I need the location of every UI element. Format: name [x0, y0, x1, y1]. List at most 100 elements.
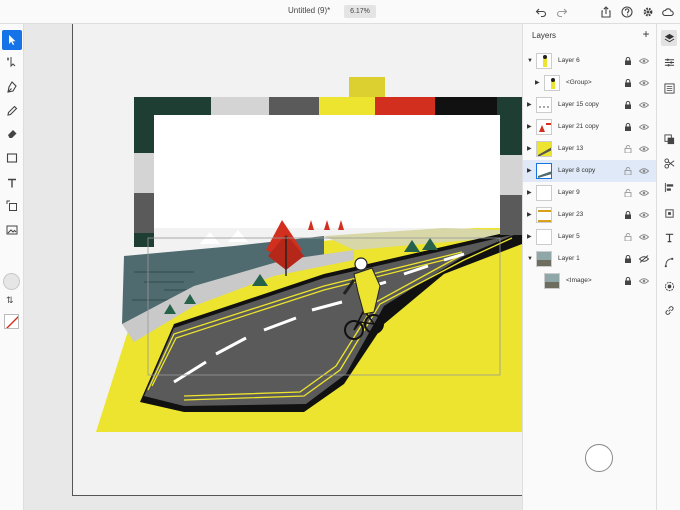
eye-icon[interactable]: [639, 189, 649, 197]
pencil-tool-icon[interactable]: [2, 101, 22, 121]
collapsed-caret-icon[interactable]: ▶: [527, 101, 533, 109]
layer-row-selected[interactable]: ▶ Layer 8 copy: [523, 160, 657, 182]
left-toolbar: ⇅: [0, 24, 24, 510]
layer-thumbnail: [544, 75, 560, 91]
document-title[interactable]: Untitled (9)*: [288, 6, 330, 15]
unlock-icon[interactable]: [624, 233, 632, 241]
transform-icon[interactable]: [661, 205, 677, 221]
eye-icon[interactable]: [639, 145, 649, 153]
layer-name[interactable]: Layer 13: [558, 145, 583, 152]
eye-icon[interactable]: [639, 211, 649, 219]
eye-icon[interactable]: [639, 167, 649, 175]
eye-icon[interactable]: [639, 101, 649, 109]
layer-row[interactable]: ▶ Layer 5: [523, 226, 657, 248]
cut-icon[interactable]: [661, 155, 677, 171]
collapsed-caret-icon[interactable]: ▶: [527, 211, 533, 219]
eye-icon[interactable]: [639, 277, 649, 285]
collapsed-caret-icon[interactable]: ▶: [527, 233, 533, 241]
eye-icon[interactable]: [639, 57, 649, 65]
layer-thumbnail: [536, 229, 552, 245]
image-tool-icon[interactable]: [2, 220, 22, 240]
lock-icon[interactable]: [624, 101, 632, 109]
text-icon[interactable]: [661, 229, 677, 245]
layer-name[interactable]: Layer 23: [558, 211, 583, 218]
collapsed-caret-icon[interactable]: ▶: [527, 145, 533, 153]
zoom-level[interactable]: 6.17%: [344, 5, 376, 18]
stroke-color-swatch[interactable]: [4, 314, 19, 329]
expanded-caret-icon[interactable]: ▼: [527, 57, 533, 65]
top-bar: Untitled (9)* 6.17%: [0, 0, 680, 24]
appearance-icon[interactable]: [661, 278, 677, 294]
action-button[interactable]: [585, 444, 613, 472]
layer-name[interactable]: <Image>: [566, 277, 592, 284]
select-tool-icon[interactable]: [2, 30, 22, 50]
lock-icon[interactable]: [624, 211, 632, 219]
unlock-icon[interactable]: [624, 189, 632, 197]
layer-row[interactable]: ▶ <Group>: [523, 72, 657, 94]
pen-curve-icon[interactable]: [661, 254, 677, 270]
layer-name[interactable]: Layer 1: [558, 255, 580, 262]
unlock-icon[interactable]: [624, 145, 632, 153]
lock-icon[interactable]: [624, 57, 632, 65]
collapsed-caret-icon[interactable]: ▶: [535, 79, 541, 87]
collapsed-caret-icon[interactable]: ▶: [527, 189, 533, 197]
share-icon[interactable]: [598, 4, 614, 20]
eye-icon[interactable]: [639, 123, 649, 131]
layer-name[interactable]: Layer 8 copy: [558, 167, 595, 174]
swap-colors-icon[interactable]: ⇅: [6, 295, 14, 306]
layer-name[interactable]: Layer 21 copy: [558, 123, 599, 130]
transform-tool-icon[interactable]: [2, 196, 22, 216]
shape-tool-icon[interactable]: [2, 148, 22, 168]
layer-row[interactable]: ▼ Layer 1: [523, 248, 657, 270]
lock-icon[interactable]: [624, 255, 632, 263]
lock-icon[interactable]: [624, 123, 632, 131]
pathfinder-icon[interactable]: [661, 131, 677, 147]
properties-icon[interactable]: [661, 54, 677, 70]
layer-row[interactable]: <Image>: [523, 270, 657, 292]
layer-row[interactable]: ▶ Layer 9: [523, 182, 657, 204]
layer-name[interactable]: Layer 5: [558, 233, 580, 240]
eye-icon[interactable]: [639, 233, 649, 241]
add-layer-button[interactable]: +: [640, 27, 652, 41]
redo-icon[interactable]: [554, 4, 570, 20]
layer-thumbnail: [536, 163, 552, 179]
layer-thumbnail: [536, 97, 552, 113]
layer-row[interactable]: ▶ Layer 21 copy: [523, 116, 657, 138]
layer-name[interactable]: Layer 9: [558, 189, 580, 196]
help-icon[interactable]: [619, 4, 635, 20]
layer-thumbnail: [536, 251, 552, 267]
eye-hidden-icon[interactable]: [639, 255, 649, 263]
layer-thumbnail: [536, 53, 552, 69]
lock-icon[interactable]: [624, 79, 632, 87]
expanded-caret-icon[interactable]: ▼: [527, 255, 533, 263]
layer-name[interactable]: <Group>: [566, 79, 592, 86]
fill-color-swatch[interactable]: [3, 273, 20, 290]
eye-icon[interactable]: [639, 79, 649, 87]
pen-tool-icon[interactable]: [2, 77, 22, 97]
layers-panel: Layers + ▼ Layer 6 ▶ <Group> ▶ Layer 15 …: [522, 24, 657, 510]
align-icon[interactable]: [661, 179, 677, 195]
text-tool-icon[interactable]: [2, 173, 22, 193]
layers-icon[interactable]: [661, 30, 677, 46]
canvas-area[interactable]: [24, 24, 522, 510]
layer-row[interactable]: ▼ Layer 6: [523, 50, 657, 72]
road-illustration[interactable]: [24, 24, 522, 510]
eraser-tool-icon[interactable]: [2, 124, 22, 144]
collapsed-caret-icon[interactable]: ▶: [527, 123, 533, 131]
direct-select-tool-icon[interactable]: [2, 52, 22, 72]
layer-row[interactable]: ▶ Layer 13: [523, 138, 657, 160]
layer-name[interactable]: Layer 15 copy: [558, 101, 599, 108]
unlock-icon[interactable]: [624, 167, 632, 175]
undo-icon[interactable]: [533, 4, 549, 20]
settings-icon[interactable]: [640, 4, 656, 20]
layer-row[interactable]: ▶ Layer 15 copy: [523, 94, 657, 116]
libraries-icon[interactable]: [661, 80, 677, 96]
lock-icon[interactable]: [624, 277, 632, 285]
layer-thumbnail: [536, 119, 552, 135]
layer-name[interactable]: Layer 6: [558, 57, 580, 64]
cloud-icon[interactable]: [660, 4, 676, 20]
layer-row[interactable]: ▶ Layer 23: [523, 204, 657, 226]
link-icon[interactable]: [661, 302, 677, 318]
layers-panel-title: Layers: [532, 31, 557, 40]
collapsed-caret-icon[interactable]: ▶: [527, 167, 533, 175]
